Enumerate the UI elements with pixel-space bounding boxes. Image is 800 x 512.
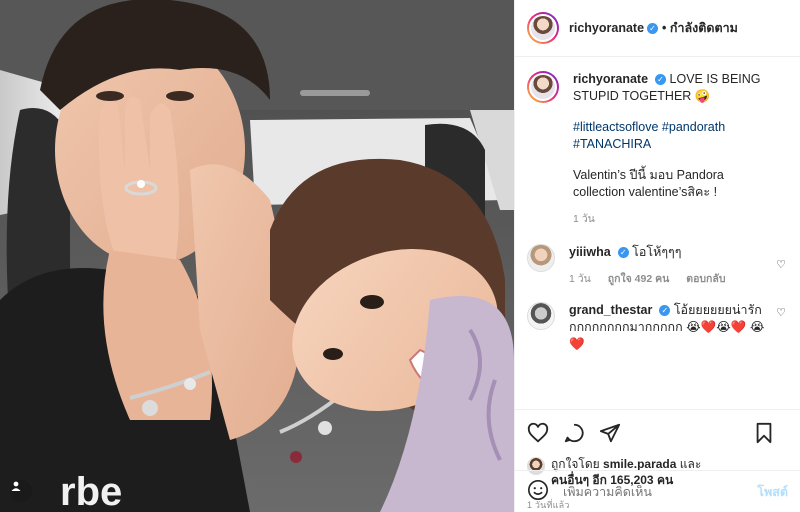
comment-meta: 1 วัน ถูกใจ 492 คน ตอบกลับ: [569, 271, 768, 288]
post-header: richyoranate ✓ • กำลังติดตาม: [515, 0, 800, 57]
verified-badge-icon: ✓: [659, 305, 671, 317]
comment-icon[interactable]: [563, 422, 585, 444]
verified-badge-icon: ✓: [655, 74, 667, 86]
caption-emoji: 🤪: [694, 89, 711, 103]
comment-item: grand_thestar ✓ โอ้ยยยยยยน่ารักกกกกกกกกมา…: [527, 302, 786, 353]
likes-and: และ: [679, 457, 702, 471]
caption-author-avatar[interactable]: [527, 71, 559, 103]
commenter-avatar[interactable]: [527, 244, 555, 272]
post-comment-button[interactable]: โพสต์: [757, 482, 788, 502]
comment-body: grand_thestar ✓ โอ้ยยยยยยน่ารักกกกกกกกกมา…: [569, 302, 786, 353]
comment-time[interactable]: 1 วัน: [569, 273, 591, 285]
instagram-post-modal: rbe richyoranate ✓ • กำลังติดตาม richyor…: [0, 0, 800, 512]
verified-badge-icon: ✓: [617, 247, 629, 259]
svg-text:rbe: rbe: [60, 470, 122, 512]
reply-button[interactable]: ตอบกลับ: [686, 273, 725, 285]
commenter-username[interactable]: grand_thestar: [569, 303, 652, 317]
author-avatar[interactable]: [527, 12, 559, 44]
author-username[interactable]: richyoranate: [569, 21, 644, 35]
comment-body: yiiiwha ✓ โอโห้ๆๆๆ 1 วัน ถูกใจ 492 คน ตอบ…: [569, 244, 786, 288]
add-comment-bar: โพสต์: [515, 470, 800, 512]
comment-like-heart-icon[interactable]: ♡: [776, 258, 786, 271]
liker-username[interactable]: smile.parada: [603, 457, 676, 471]
caption-body: richyoranate ✓ LOVE IS BEING STUPID TOGET…: [573, 71, 786, 228]
comment-input[interactable]: [563, 484, 758, 499]
following-status[interactable]: • กำลังติดตาม: [662, 18, 738, 38]
caption-line-2: Valentin’s ปีนี้ มอบ Pandora collection …: [573, 168, 724, 199]
heart-icon[interactable]: [527, 422, 549, 444]
commenter-username[interactable]: yiiiwha: [569, 245, 611, 259]
share-icon[interactable]: [599, 422, 621, 444]
caption: richyoranate ✓ LOVE IS BEING STUPID TOGET…: [527, 71, 786, 228]
comment-text: โอโห้ๆๆๆ: [632, 245, 682, 259]
caption-hashtags[interactable]: #littleactsoflove #pandorath #TANACHIRA: [573, 119, 768, 153]
comment-like-heart-icon[interactable]: ♡: [776, 306, 786, 319]
post-sidebar: richyoranate ✓ • กำลังติดตาม richyoranat…: [514, 0, 800, 512]
verified-badge-icon: ✓: [647, 22, 659, 34]
caption-author-username[interactable]: richyoranate: [573, 72, 648, 86]
comment-like-count[interactable]: ถูกใจ 492 คน: [608, 273, 670, 285]
action-icons: [527, 418, 788, 448]
user-tag-icon[interactable]: [10, 480, 32, 502]
caption-time[interactable]: 1 วัน: [573, 213, 595, 225]
post-photo[interactable]: rbe: [0, 0, 514, 512]
comment-item: yiiiwha ✓ โอโห้ๆๆๆ 1 วัน ถูกใจ 492 คน ตอบ…: [527, 244, 786, 288]
emoji-icon[interactable]: [527, 479, 549, 504]
caption-meta: 1 วัน: [573, 211, 768, 228]
commenter-avatar[interactable]: [527, 302, 555, 330]
likes-prefix: ถูกใจโดย: [551, 457, 600, 471]
photo-illustration: rbe: [0, 0, 514, 512]
bookmark-icon[interactable]: [754, 422, 774, 444]
comments-list: richyoranate ✓ LOVE IS BEING STUPID TOGET…: [515, 57, 800, 409]
